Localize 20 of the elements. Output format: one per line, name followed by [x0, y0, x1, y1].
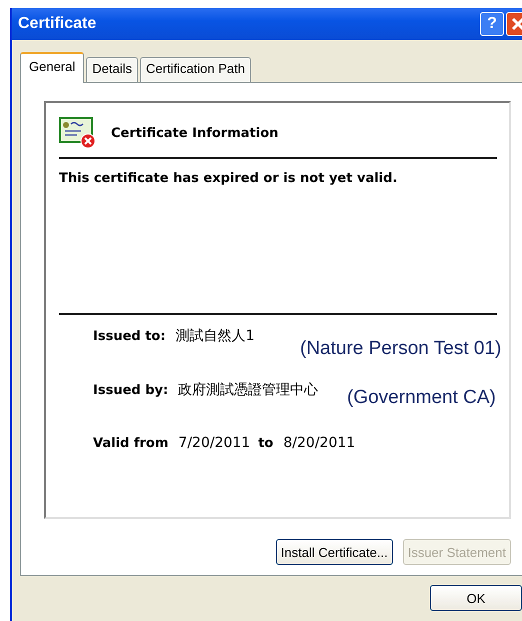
field-label: Issued by: [93, 383, 168, 398]
date-value: 7/20/2011 [178, 435, 250, 451]
status-message: This certificate has expired or is not yet valid. [59, 171, 398, 188]
help-button[interactable]: ? [480, 12, 504, 36]
field-label: Issued to: [93, 329, 166, 344]
tab[interactable]: General [20, 52, 84, 83]
date-value: 8/20/2011 [283, 435, 356, 451]
field-value: 政府測試憑證管理中心 [178, 381, 318, 399]
field-value: 測試自然人1 [176, 327, 254, 345]
annotation: (Government CA) [345, 386, 498, 410]
window-title: Certificate [18, 15, 98, 33]
field-label: to [258, 436, 274, 451]
panel-button[interactable]: Install Certificate... [276, 539, 393, 565]
tab[interactable]: Certification Path [140, 57, 251, 82]
field-label: Valid from [93, 436, 168, 451]
section-heading: Certificate Information [111, 126, 278, 140]
tab[interactable]: Details [86, 57, 138, 82]
certificate-error-icon [59, 117, 97, 149]
annotation: (Nature Person Test 01) [298, 337, 504, 361]
ok-button[interactable]: OK [430, 585, 522, 611]
